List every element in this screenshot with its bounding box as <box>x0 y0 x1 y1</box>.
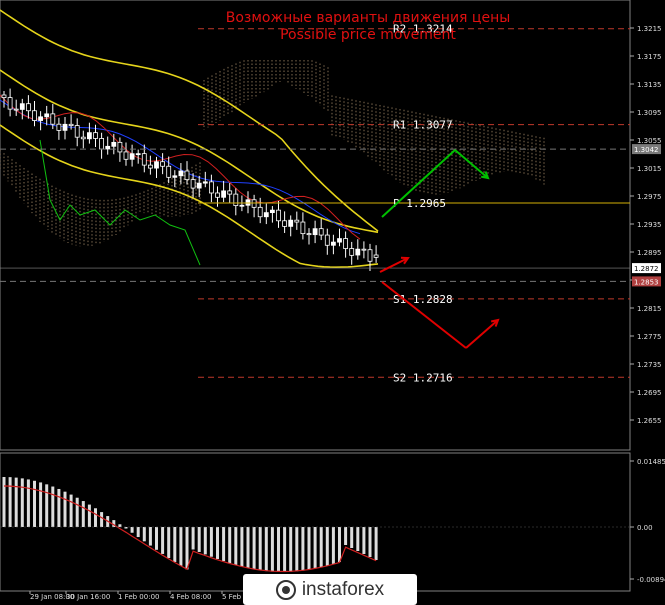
price-axis: 1.3215 1.3175 1.3135 1.3095 1.3055 1.3015 1.29… <box>630 25 665 584</box>
price-chart[interactable]: R2 1.3214R1 1.3077P 1.2965S1 1.2828S2 1.… <box>0 0 665 605</box>
time-tick-label: 30 Jan 16:00 <box>66 593 110 601</box>
level-label: R1 1.3077 <box>393 119 453 132</box>
osc-tick-label: 0.01485 <box>637 458 665 466</box>
osc-tick-label: 0.00 <box>637 524 653 532</box>
time-tick-label: 5 Feb <box>222 593 242 601</box>
price-tick-label: 1.3015 <box>637 165 662 173</box>
price-tick-label: 1.2655 <box>637 417 662 425</box>
price-tick-label: 1.3095 <box>637 109 662 117</box>
level-label: S1 1.2828 <box>393 293 453 306</box>
price-tag-label: 1.2853 <box>634 278 659 286</box>
level-label: S2 1.2716 <box>393 371 453 384</box>
price-tick-label: 1.3055 <box>637 137 662 145</box>
price-tag-label: 1.3042 <box>634 146 659 154</box>
instaforex-logo-icon <box>275 579 296 600</box>
chart-title-ru: Возможные варианты движения цены <box>226 10 511 26</box>
price-tick-label: 1.2735 <box>637 361 662 369</box>
price-tick-label: 1.2695 <box>637 389 662 397</box>
price-tick-label: 1.2775 <box>637 333 662 341</box>
price-tick-label: 1.3135 <box>637 81 662 89</box>
chart-title-en: Possible price movement <box>280 27 456 43</box>
chart-window: R2 1.3214 R1 1.3077 P 1.2965 S1 1.2828 S2 1.… <box>0 0 665 605</box>
watermark-logo: instaforex <box>243 574 417 605</box>
osc-tick-label: -0.00894 <box>637 576 665 584</box>
watermark-text: instaforex <box>301 578 385 600</box>
time-tick-label: 4 Feb 08:00 <box>170 593 211 601</box>
price-tick-label: 1.2895 <box>637 249 662 257</box>
price-tick-label: 1.3215 <box>637 25 662 33</box>
price-tick-label: 1.2815 <box>637 305 662 313</box>
time-axis: 29 Jan 08:0030 Jan 16:00 1 Feb 00:00 4 Feb… <box>29 591 242 601</box>
time-tick-label: 1 Feb 00:00 <box>118 593 159 601</box>
price-tag-label: 1.2872 <box>634 265 659 273</box>
price-tick-label: 1.3175 <box>637 53 662 61</box>
price-tick-label: 1.2975 <box>637 193 662 201</box>
price-tick-label: 1.2935 <box>637 221 662 229</box>
